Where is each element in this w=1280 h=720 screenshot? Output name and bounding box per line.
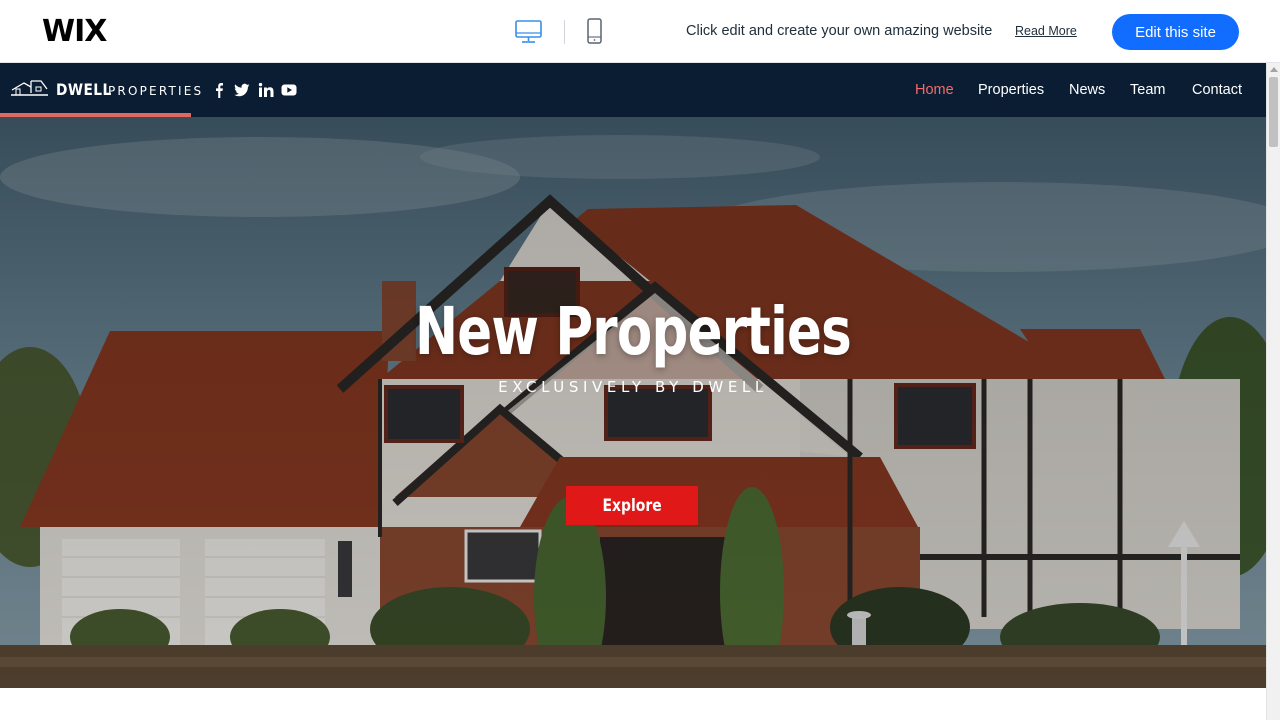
facebook-icon[interactable]: [211, 82, 227, 98]
twitter-icon[interactable]: [234, 82, 250, 98]
nav-news[interactable]: News: [1069, 82, 1105, 98]
hero-house-image: [0, 117, 1266, 688]
brand-name[interactable]: DWELL: [56, 80, 112, 99]
explore-button-label: Explore: [602, 495, 662, 516]
hero-subtitle: EXCLUSIVELY BY DWELL: [498, 378, 768, 396]
brand-subtitle: PROPERTIES: [108, 84, 204, 98]
mobile-icon[interactable]: [580, 17, 610, 47]
youtube-icon[interactable]: [281, 82, 297, 98]
site-header: DWELL PROPERTIES Home Properties News Te…: [0, 63, 1266, 117]
device-separator: [564, 20, 565, 44]
site-preview: DWELL PROPERTIES Home Properties News Te…: [0, 63, 1266, 720]
nav-team[interactable]: Team: [1130, 82, 1165, 98]
hero-section: New Properties EXCLUSIVELY BY DWELL Expl…: [0, 117, 1266, 688]
linkedin-icon[interactable]: [258, 82, 274, 98]
nav-properties[interactable]: Properties: [978, 82, 1044, 98]
scroll-up-arrow-icon[interactable]: [1270, 67, 1278, 72]
page-scrollbar[interactable]: [1266, 63, 1280, 720]
house-logo-icon[interactable]: [11, 79, 49, 104]
desktop-icon[interactable]: [514, 17, 544, 47]
nav-contact[interactable]: Contact: [1192, 82, 1242, 98]
wix-top-bar: WIX Click edit and create your own amazi…: [0, 0, 1280, 63]
nav-home[interactable]: Home: [915, 82, 954, 98]
promo-text: Click edit and create your own amazing w…: [686, 23, 993, 39]
explore-button[interactable]: Explore: [566, 486, 698, 525]
hero-title: New Properties: [414, 293, 852, 370]
wix-logo[interactable]: WIX: [42, 14, 107, 49]
read-more-link[interactable]: Read More: [1015, 24, 1077, 38]
edit-site-button[interactable]: Edit this site: [1112, 14, 1239, 50]
scrollbar-thumb[interactable]: [1269, 77, 1278, 147]
